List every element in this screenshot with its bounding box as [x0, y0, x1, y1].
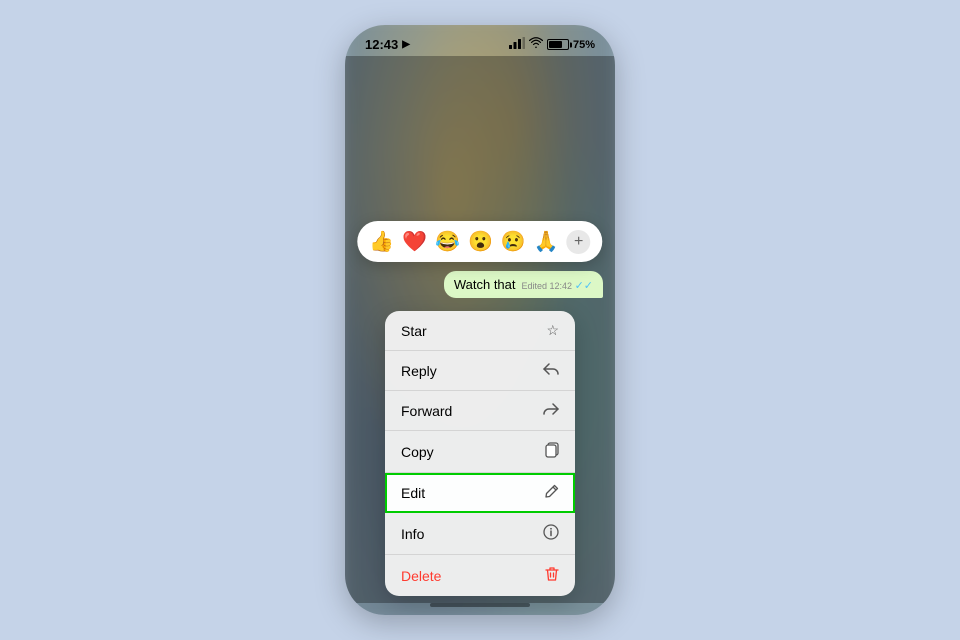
emoji-laugh[interactable]: 😂 [435, 229, 460, 254]
time-display: 12:43 [365, 37, 398, 52]
home-bar [430, 603, 530, 607]
emoji-thumbsup[interactable]: 👍 [369, 229, 394, 254]
battery-fill [549, 41, 563, 48]
emoji-more-button[interactable]: + [567, 230, 591, 254]
chat-area: 👍 ❤️ 😂 😮 😢 🙏 + Watch that Edited 12:42 ✓… [345, 56, 615, 603]
star-icon: ☆ [546, 322, 559, 339]
menu-item-forward[interactable]: Forward [385, 391, 575, 431]
forward-icon [543, 402, 559, 419]
battery-icon [547, 39, 569, 50]
message-meta: Edited 12:42 ✓✓ [522, 279, 594, 292]
location-icon: ▶ [402, 39, 410, 50]
home-indicator [345, 603, 615, 615]
emoji-sad[interactable]: 😢 [501, 229, 526, 254]
status-time: 12:43 ▶ [365, 37, 410, 52]
menu-label-edit: Edit [401, 485, 425, 501]
context-menu: Star ☆ Reply Forward [385, 311, 575, 596]
emoji-pray[interactable]: 🙏 [534, 229, 559, 254]
copy-icon [545, 442, 559, 461]
emoji-reaction-bar[interactable]: 👍 ❤️ 😂 😮 😢 🙏 + [357, 221, 602, 262]
menu-label-star: Star [401, 323, 427, 339]
menu-item-copy[interactable]: Copy [385, 431, 575, 473]
message-bubble-area: Watch that Edited 12:42 ✓✓ [444, 271, 603, 298]
signal-icon [509, 37, 525, 52]
menu-item-star[interactable]: Star ☆ [385, 311, 575, 351]
menu-item-delete[interactable]: Delete [385, 555, 575, 596]
menu-label-copy: Copy [401, 444, 434, 460]
wifi-icon [529, 37, 543, 52]
edit-icon [545, 484, 559, 501]
phone-frame: 12:43 ▶ [345, 25, 615, 615]
menu-label-forward: Forward [401, 403, 452, 419]
emoji-surprised[interactable]: 😮 [468, 229, 493, 254]
menu-item-info[interactable]: Info [385, 513, 575, 555]
menu-item-edit[interactable]: Edit [385, 473, 575, 513]
status-icons: 75% [509, 37, 595, 52]
message-text: Watch that [454, 277, 516, 292]
emoji-heart[interactable]: ❤️ [402, 229, 427, 254]
menu-label-delete: Delete [401, 568, 441, 584]
status-bar: 12:43 ▶ [345, 25, 615, 56]
info-icon [543, 524, 559, 543]
message-ticks: ✓✓ [575, 280, 593, 292]
menu-label-info: Info [401, 526, 424, 542]
battery-percentage: 75% [573, 39, 595, 51]
phone-content: 12:43 ▶ [345, 25, 615, 615]
reply-icon [543, 362, 559, 379]
menu-label-reply: Reply [401, 363, 437, 379]
message-bubble: Watch that Edited 12:42 ✓✓ [444, 271, 603, 298]
delete-icon [545, 566, 559, 585]
menu-item-reply[interactable]: Reply [385, 351, 575, 391]
